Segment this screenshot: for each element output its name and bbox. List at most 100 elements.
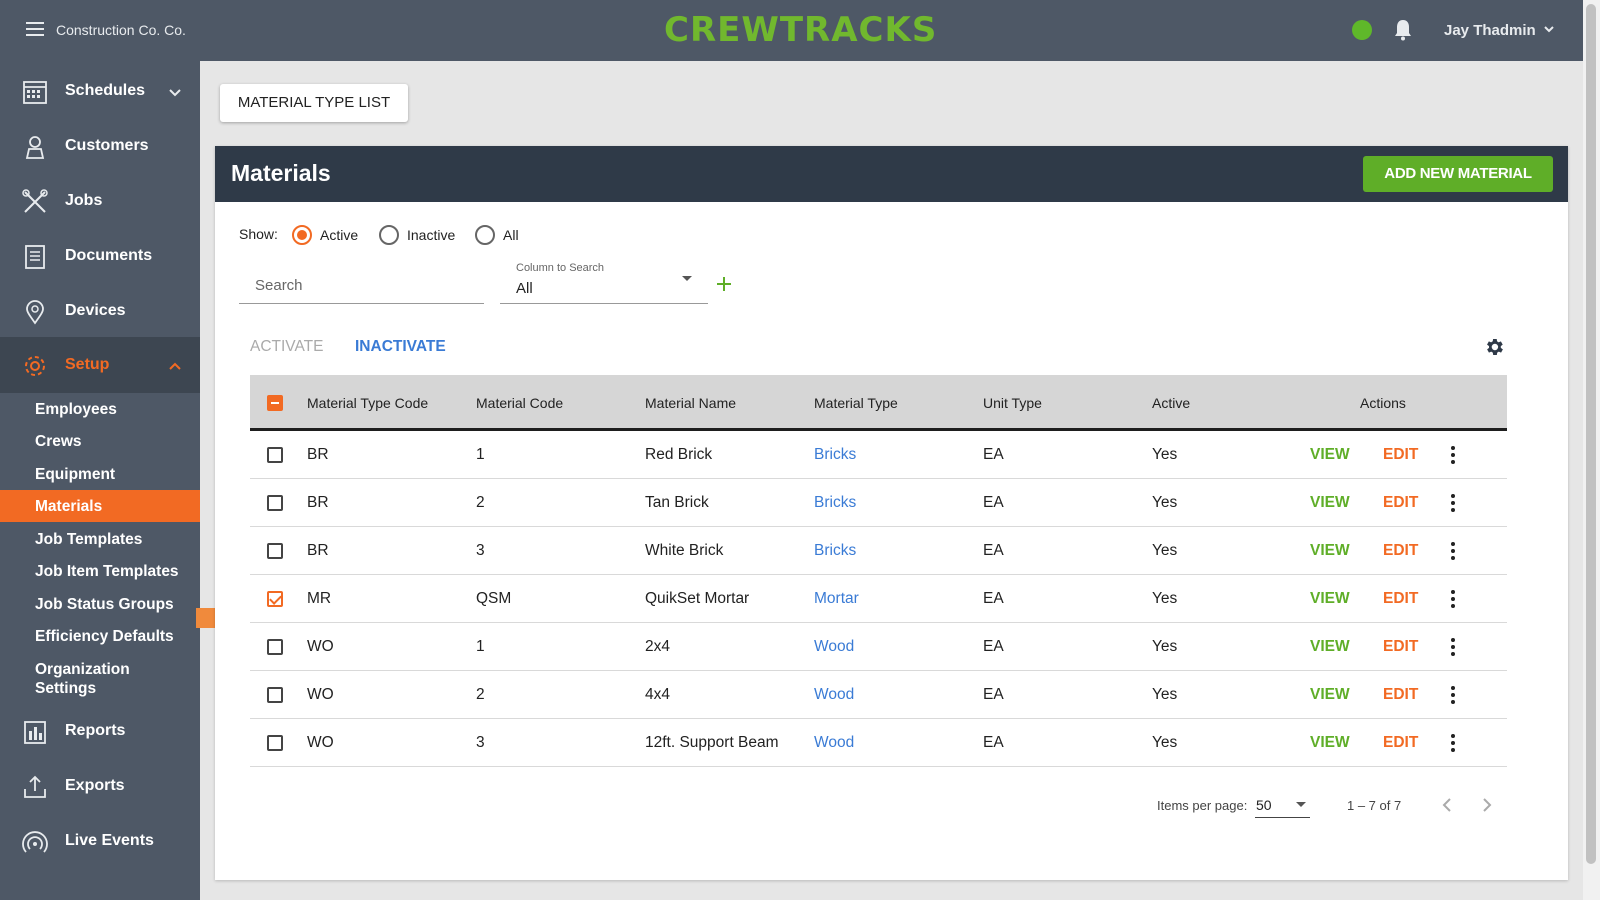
view-button[interactable]: VIEW [1310,446,1350,464]
edit-button[interactable]: EDIT [1383,542,1418,560]
inactivate-button[interactable]: INACTIVATE [355,338,446,356]
caret-down-icon [1296,802,1306,807]
more-options-icon[interactable] [1449,638,1457,658]
column-header[interactable]: Material Type Code [307,395,428,411]
more-options-icon[interactable] [1449,446,1457,466]
row-checkbox[interactable] [267,543,283,559]
sidebar-item-devices[interactable]: Devices [0,283,200,339]
row-checkbox[interactable] [267,639,283,655]
page-title: Materials [231,160,331,186]
sidebar-item-customers[interactable]: Customers [0,118,200,174]
radio-circle[interactable] [475,225,495,245]
hamburger-menu-icon[interactable] [26,22,44,36]
add-new-material-button[interactable]: ADD NEW MATERIAL [1363,156,1553,192]
sidebar-item-materials[interactable]: Materials [0,490,200,522]
cell-material-type-link[interactable]: Wood [814,734,854,752]
column-to-search-select[interactable]: Column to Search All [500,258,708,304]
sidebar-item-label: Crews [35,433,82,450]
search-input[interactable] [239,258,484,304]
column-header[interactable]: Material Name [645,395,736,411]
view-button[interactable]: VIEW [1310,734,1350,752]
cell-material-type-link[interactable]: Wood [814,638,854,656]
row-checkbox[interactable] [267,735,283,751]
cell-material-name: 2x4 [645,638,670,655]
column-header[interactable]: Material Code [476,395,563,411]
cell-type-code: BR [307,542,329,559]
sidebar-item-setup[interactable]: Setup [0,337,200,393]
edit-button[interactable]: EDIT [1383,638,1418,656]
cell-material-type-link[interactable]: Wood [814,686,854,704]
row-checkbox[interactable] [267,447,283,463]
sidebar-item-jobs[interactable]: Jobs [0,173,200,229]
add-filter-plus-icon[interactable] [714,274,734,294]
sidebar-item-job-status-groups[interactable]: Job Status Groups [0,588,200,620]
view-button[interactable]: VIEW [1310,494,1350,512]
sidebar-item-documents[interactable]: Documents [0,228,200,284]
radio-circle[interactable] [292,225,312,245]
chevron-down-icon[interactable] [1543,23,1555,35]
sidebar-item-crews[interactable]: Crews [0,425,200,457]
row-checkbox[interactable] [267,687,283,703]
scrollbar-thumb[interactable] [1586,4,1596,864]
sidebar-item-live-events[interactable]: Live Events [0,813,200,869]
user-menu[interactable]: Jay Thadmin [1444,22,1536,39]
more-options-icon[interactable] [1449,542,1457,562]
cell-material-name: QuikSet Mortar [645,590,750,607]
sidebar-item-efficiency-defaults[interactable]: Efficiency Defaults [0,620,200,652]
cell-material-type-link[interactable]: Mortar [814,590,859,608]
chevron-up-icon[interactable] [168,359,182,373]
edit-button[interactable]: EDIT [1383,590,1418,608]
sidebar-item-label: Equipment [35,466,116,483]
notifications-bell-icon[interactable] [1394,19,1412,41]
more-options-icon[interactable] [1449,734,1457,754]
table-settings-gear-icon[interactable] [1483,336,1505,358]
sidebar-item-reports[interactable]: Reports [0,703,200,759]
documents-icon [25,245,45,269]
sidebar-item-equipment[interactable]: Equipment [0,458,200,490]
more-options-icon[interactable] [1449,686,1457,706]
more-options-icon[interactable] [1449,590,1457,610]
view-button[interactable]: VIEW [1310,590,1350,608]
column-header[interactable]: Material Type [814,395,898,411]
row-checkbox[interactable] [267,495,283,511]
row-checkbox[interactable] [267,591,283,607]
previous-page-icon[interactable] [1441,798,1453,812]
cell-active: Yes [1152,494,1178,511]
view-button[interactable]: VIEW [1310,638,1350,656]
activate-button[interactable]: ACTIVATE [250,338,324,356]
material-type-list-button[interactable]: MATERIAL TYPE LIST [220,84,408,122]
sidebar-item-job-templates[interactable]: Job Templates [0,523,200,555]
more-options-icon[interactable] [1449,494,1457,514]
cell-material-name: White Brick [645,542,724,559]
radio-circle[interactable] [379,225,399,245]
sidebar-item-job-item-templates[interactable]: Job Item Templates [0,555,200,587]
view-button[interactable]: VIEW [1310,542,1350,560]
items-per-page-select[interactable]: 50 [1255,790,1310,818]
page-scrollbar[interactable] [1583,0,1600,900]
edit-button[interactable]: EDIT [1383,446,1418,464]
cell-material-code: 1 [476,446,485,463]
column-header[interactable]: Active [1152,395,1190,411]
cell-material-type-link[interactable]: Bricks [814,542,856,560]
edit-button[interactable]: EDIT [1383,686,1418,704]
select-label: Column to Search [516,262,605,274]
broadcast-icon [22,831,48,853]
cell-active: Yes [1152,446,1178,463]
sidebar-item-exports[interactable]: Exports [0,758,200,814]
sidebar-item-organization-settings[interactable]: Organization Settings [0,653,200,701]
edit-button[interactable]: EDIT [1383,494,1418,512]
column-header[interactable]: Unit Type [983,395,1042,411]
sidebar-item-label: Schedules [65,82,146,99]
view-button[interactable]: VIEW [1310,686,1350,704]
sidebar-item-employees[interactable]: Employees [0,393,200,425]
cell-material-type-link[interactable]: Bricks [814,446,856,464]
app-logo[interactable]: CREWTRACKS [664,10,937,50]
cell-unit-type: EA [983,542,1004,559]
chevron-down-icon[interactable] [168,85,182,99]
select-all-checkbox[interactable] [267,395,283,411]
next-page-icon[interactable] [1481,798,1493,812]
sidebar-item-label: Customers [65,137,149,154]
cell-material-type-link[interactable]: Bricks [814,494,856,512]
edit-button[interactable]: EDIT [1383,734,1418,752]
sidebar-item-schedules[interactable]: Schedules [0,63,200,119]
